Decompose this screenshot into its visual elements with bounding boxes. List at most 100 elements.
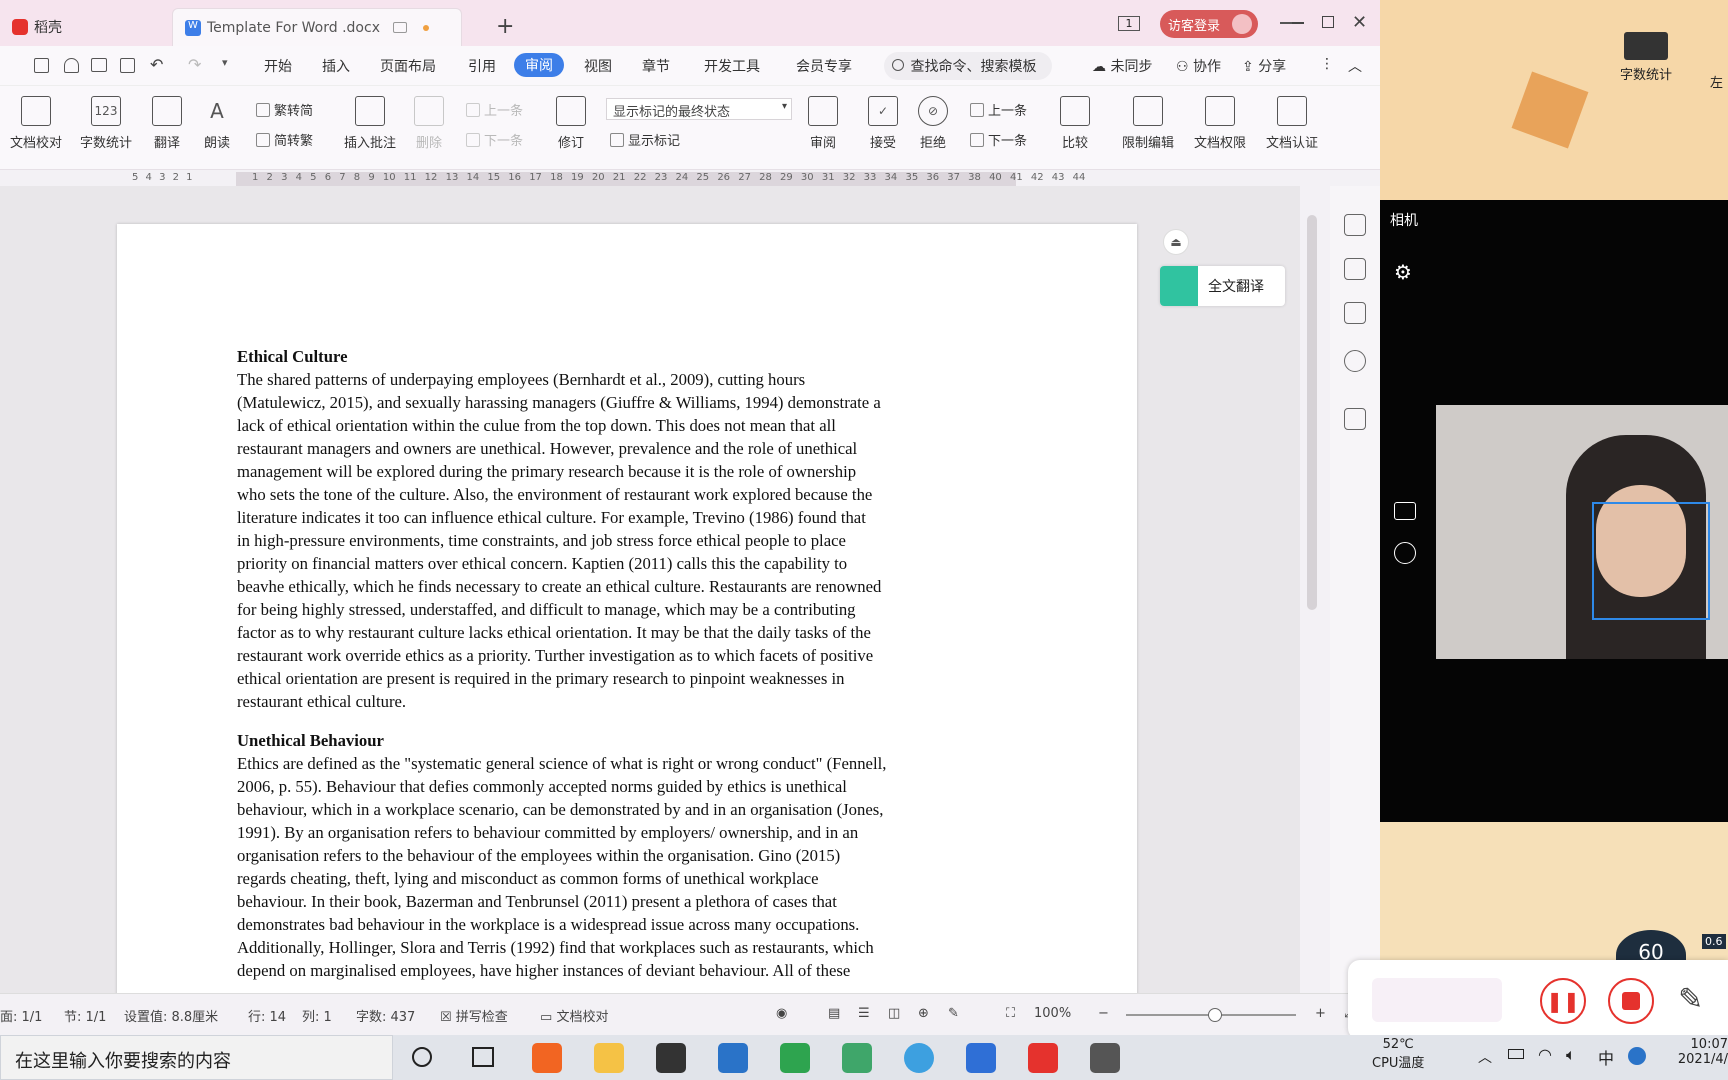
print-preview-icon[interactable] <box>120 58 135 73</box>
volume-icon[interactable]: 🔈︎ <box>1566 1045 1576 1065</box>
doc-cert-button[interactable]: 文档认证 <box>1266 96 1318 151</box>
zoom-in-button[interactable]: + <box>1315 1006 1326 1021</box>
translate-button[interactable]: 翻译 <box>152 96 182 151</box>
mi-app-icon[interactable] <box>532 1043 562 1073</box>
menu-developer[interactable]: 开发工具 <box>704 56 760 76</box>
sliders-icon[interactable] <box>1344 302 1366 324</box>
eye-protect-icon[interactable]: ◉ <box>776 1006 787 1021</box>
wps-writer-taskbar-icon[interactable] <box>966 1043 996 1073</box>
ime-indicator[interactable]: 中 <box>1598 1045 1614 1069</box>
login-button[interactable]: 访客登录 <box>1160 10 1258 38</box>
status-section[interactable]: 节: 1/1 <box>64 1006 106 1025</box>
full-translate-button[interactable]: 全文翻译 <box>1160 266 1285 306</box>
spellcheck-button[interactable]: ☒ 拼写检查 <box>440 1006 508 1025</box>
menu-references[interactable]: 引用 <box>468 56 496 76</box>
stop-button[interactable] <box>1608 978 1654 1024</box>
tray-chevron-icon[interactable]: ︿ <box>1478 1047 1492 1067</box>
undo-icon[interactable]: ↶ <box>150 55 163 74</box>
read-aloud-button[interactable]: A 朗读 <box>202 96 232 151</box>
hdr-off-icon[interactable] <box>1394 502 1416 520</box>
accept-button[interactable]: ✓ 接受 <box>868 96 898 151</box>
outline-view-icon[interactable]: ☰ <box>858 1006 870 1021</box>
horizontal-ruler[interactable]: 5 4 3 2 1 1 2 3 4 5 6 7 8 9 10 11 12 13 … <box>120 172 1130 186</box>
doc-permission-button[interactable]: 文档权限 <box>1194 96 1246 151</box>
task-view-icon[interactable] <box>472 1047 494 1067</box>
zoom-out-button[interactable]: − <box>1098 1006 1109 1021</box>
wps-pdf-icon[interactable] <box>1028 1043 1058 1073</box>
taskbar-search-input[interactable]: 在这里输入你要搜索的内容 <box>0 1035 393 1080</box>
cortana-icon[interactable] <box>412 1047 432 1067</box>
more-icon[interactable]: ⋮ <box>1320 56 1334 72</box>
delete-comment-button[interactable]: 删除 <box>414 96 444 151</box>
quick-access-dropdown-icon[interactable]: ▾ <box>222 56 228 69</box>
collab-button[interactable]: ⚇ 协作 <box>1176 56 1221 76</box>
status-page[interactable]: 面: 1/1 <box>0 1006 42 1025</box>
menu-chapter[interactable]: 章节 <box>642 56 670 76</box>
document-body[interactable]: Ethical Culture The shared patterns of u… <box>237 345 1017 998</box>
close-button[interactable]: ✕ <box>1352 12 1367 33</box>
menu-view[interactable]: 视图 <box>584 56 612 76</box>
status-words[interactable]: 字数: 437 <box>356 1006 415 1025</box>
simp-to-trad-button[interactable]: 简转繁 <box>256 130 313 149</box>
menu-home[interactable]: 开始 <box>264 56 292 76</box>
sync-status[interactable]: ☁ 未同步 <box>1092 56 1152 76</box>
review-pane-button[interactable]: 审阅 <box>808 96 838 151</box>
wechat-icon[interactable] <box>780 1043 810 1073</box>
menu-page-layout[interactable]: 页面布局 <box>380 56 436 76</box>
battery-icon[interactable] <box>1508 1049 1524 1059</box>
help-icon[interactable] <box>1344 350 1366 372</box>
pen-icon[interactable] <box>1344 214 1366 236</box>
settings-gear-icon[interactable]: ⚙ <box>1394 260 1412 284</box>
compare-button[interactable]: 比较 <box>1060 96 1090 151</box>
display-mode-dropdown[interactable]: 显示标记的最终状态 ▾ <box>606 98 792 120</box>
maximize-button[interactable] <box>1322 16 1334 28</box>
vertical-scrollbar[interactable] <box>1307 215 1317 610</box>
timer-off-icon[interactable] <box>1394 542 1416 564</box>
share-button[interactable]: ⇪ 分享 <box>1242 56 1286 76</box>
menu-insert[interactable]: 插入 <box>322 56 350 76</box>
menu-member[interactable]: 会员专享 <box>796 56 852 76</box>
zoom-level[interactable]: 100% <box>1034 1006 1071 1021</box>
status-setting[interactable]: 设置值: 8.8厘米 <box>124 1006 218 1025</box>
web-view-icon[interactable]: ⊕ <box>918 1006 929 1021</box>
new-tab-button[interactable]: + <box>496 14 514 39</box>
pause-button[interactable]: ❚❚ <box>1540 978 1586 1024</box>
translate-side-icon[interactable] <box>1344 408 1366 430</box>
word-count-button[interactable]: 123 字数统计 <box>80 96 132 151</box>
cursor-icon[interactable] <box>1344 258 1366 280</box>
zoom-slider-thumb[interactable] <box>1208 1008 1222 1022</box>
next-comment-button[interactable]: 下一条 <box>466 130 523 149</box>
tab-docer[interactable]: 稻壳 <box>0 8 170 46</box>
reading-view-icon[interactable]: ◫ <box>888 1006 900 1021</box>
format-painter-icon[interactable] <box>64 58 79 73</box>
tab-document[interactable]: W Template For Word .docx <box>172 8 462 46</box>
track-changes-button[interactable]: 修订 <box>556 96 586 151</box>
page-indicator[interactable]: 1 <box>1118 16 1140 31</box>
insert-comment-button[interactable]: 插入批注 <box>344 96 396 151</box>
show-markup-button[interactable]: 显示标记 <box>610 130 680 149</box>
browser-icon[interactable] <box>904 1043 934 1073</box>
doccheck-button[interactable]: ▭ 文档校对 <box>540 1006 608 1025</box>
file-explorer-icon[interactable] <box>594 1043 624 1073</box>
store-icon[interactable] <box>656 1043 686 1073</box>
restrict-edit-button[interactable]: 限制编辑 <box>1122 96 1174 151</box>
mail-icon[interactable] <box>718 1043 748 1073</box>
print-icon[interactable] <box>91 58 107 72</box>
write-mode-icon[interactable]: ✎ <box>948 1006 959 1021</box>
command-search[interactable]: 查找命令、搜索模板 <box>884 52 1052 80</box>
fit-page-icon[interactable]: ⛶ <box>1006 1006 1015 1021</box>
doc-check-button[interactable]: 文档校对 <box>10 96 62 151</box>
save-icon[interactable] <box>34 58 49 73</box>
minimize-button[interactable] <box>1292 22 1304 24</box>
clock[interactable]: 10:07 2021/4/ <box>1670 1037 1728 1067</box>
page-view-icon[interactable]: ▤ <box>828 1006 840 1021</box>
notes-icon[interactable] <box>842 1043 872 1073</box>
pen-tool-icon[interactable]: ✎ <box>1678 982 1703 1017</box>
collapse-ribbon-icon[interactable]: ︿ <box>1348 56 1362 76</box>
menu-review[interactable]: 审阅 <box>514 53 564 77</box>
redo-icon[interactable]: ↷ <box>188 55 201 74</box>
collapse-panel-button[interactable]: ⏏ <box>1163 229 1189 255</box>
wifi-icon[interactable]: ◠ <box>1538 1045 1552 1064</box>
input-method-icon[interactable] <box>1628 1047 1646 1065</box>
prev-change-button[interactable]: 上一条 <box>970 100 1027 119</box>
